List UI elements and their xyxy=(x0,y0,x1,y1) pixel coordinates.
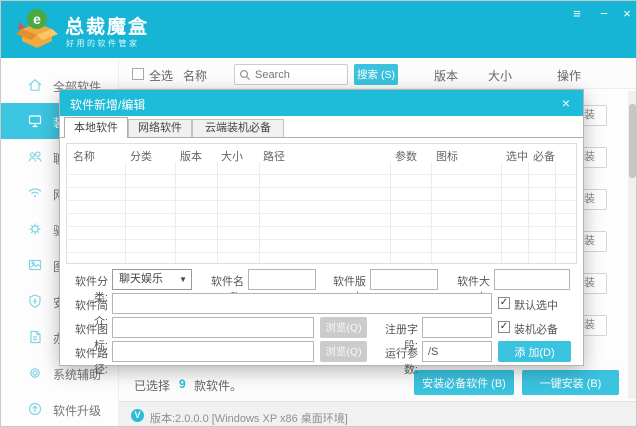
app-logo-icon: e xyxy=(13,7,61,53)
table-empty-rows xyxy=(67,162,576,263)
column-header-name: 名称 xyxy=(183,67,207,84)
chevron-down-icon: ▼ xyxy=(179,270,187,289)
app-header: e 总裁魔盒 好用的软件管家 ≡ − × xyxy=(1,1,637,58)
table-divider xyxy=(501,162,502,263)
path-label: 软件路径: xyxy=(62,345,108,377)
version-badge-icon: V xyxy=(131,409,144,422)
sidebar-item-software-upgrade[interactable]: 软件升级 xyxy=(1,391,119,427)
document-icon xyxy=(27,329,43,345)
home-icon xyxy=(27,77,43,93)
table-divider xyxy=(390,162,391,263)
essential-checkbox[interactable]: ✓ xyxy=(498,321,510,333)
app-tagline: 好用的软件管家 xyxy=(66,38,140,49)
main-toolbar: 全选 名称 搜索 (S) 版本 大小 操作 xyxy=(119,58,637,89)
table-divider xyxy=(175,162,176,263)
minimize-icon[interactable]: − xyxy=(596,6,612,22)
select-all-checkbox[interactable] xyxy=(132,68,144,80)
scrollbar-thumb[interactable] xyxy=(629,104,636,178)
column-header-action: 操作 xyxy=(557,67,581,84)
status-bar: V 版本:2.0.0.0 [Windows XP x86 桌面环境] xyxy=(119,401,637,427)
browse-icon-button[interactable]: 浏览(Q) xyxy=(320,317,367,338)
version-text: 版本:2.0.0.0 [Windows XP x86 桌面环境] xyxy=(150,410,348,426)
browse-path-button[interactable]: 浏览(Q) xyxy=(320,341,367,362)
gear-icon xyxy=(27,221,43,237)
dialog-titlebar: 软件新增/编辑 × xyxy=(60,90,583,116)
table-divider xyxy=(528,162,529,263)
selected-count-prefix: 已选择 xyxy=(134,377,170,394)
table-divider xyxy=(259,162,260,263)
column-header-size: 大小 xyxy=(488,67,512,84)
run-params-field[interactable] xyxy=(422,341,492,362)
register-field[interactable] xyxy=(422,317,492,338)
shield-icon xyxy=(27,293,43,309)
software-table: 名称 分类 版本 大小 路径 参数 图标 选中 必备 xyxy=(66,143,577,264)
cog-icon xyxy=(27,365,43,381)
search-button[interactable]: 搜索 (S) xyxy=(354,64,398,85)
table-divider xyxy=(431,162,432,263)
monitor-icon xyxy=(27,113,43,129)
scrollbar-track xyxy=(628,91,637,399)
dialog-close-icon[interactable]: × xyxy=(557,94,575,112)
logo-letter: e xyxy=(33,11,41,27)
table-divider xyxy=(555,162,556,263)
one-click-install-button[interactable]: 一键安装 (B) xyxy=(522,370,619,395)
add-button[interactable]: 添 加(D) xyxy=(498,341,571,362)
selected-count-suffix: 款软件。 xyxy=(194,377,242,394)
users-icon xyxy=(27,149,43,165)
selected-count-value: 9 xyxy=(179,377,186,391)
size-field[interactable] xyxy=(494,269,570,290)
app-window: e 总裁魔盒 好用的软件管家 ≡ − × 全部软件 装机软件 聊天软件 xyxy=(0,0,637,427)
category-select[interactable]: 聊天娱乐 ▼ xyxy=(112,269,192,290)
install-essential-button[interactable]: 安装必备软件 (B) xyxy=(414,370,514,395)
app-title: 总裁魔盒 xyxy=(65,12,149,39)
tab-cloud-essential[interactable]: 云端装机必备 xyxy=(192,119,284,138)
image-icon xyxy=(27,257,43,273)
search-icon xyxy=(239,69,251,81)
icon-field[interactable] xyxy=(112,317,314,338)
tab-strip-divider xyxy=(60,137,583,138)
search-input[interactable] xyxy=(255,66,345,83)
table-divider xyxy=(217,162,218,263)
essential-label: 装机必备 xyxy=(514,321,558,337)
dialog-title: 软件新增/编辑 xyxy=(70,96,145,113)
wifi-icon xyxy=(27,185,43,201)
default-selected-label: 默认选中 xyxy=(514,297,558,313)
tab-network-software[interactable]: 网络软件 xyxy=(128,119,192,138)
intro-field[interactable] xyxy=(112,293,492,314)
version-field[interactable] xyxy=(370,269,438,290)
category-select-value: 聊天娱乐 xyxy=(119,273,163,285)
search-box xyxy=(234,64,348,85)
tab-local-software[interactable]: 本地软件 xyxy=(64,117,128,138)
menu-icon[interactable]: ≡ xyxy=(569,6,585,22)
close-icon[interactable]: × xyxy=(619,6,635,22)
path-field[interactable] xyxy=(112,341,314,362)
table-divider xyxy=(125,162,126,263)
add-edit-software-dialog: 软件新增/编辑 × 本地软件 网络软件 云端装机必备 名称 分类 版本 大小 路… xyxy=(59,89,584,366)
sidebar-item-label: 软件升级 xyxy=(53,402,101,419)
run-params-label: 运行参数: xyxy=(372,345,418,377)
default-selected-checkbox[interactable]: ✓ xyxy=(498,297,510,309)
column-header-version: 版本 xyxy=(434,67,458,84)
upgrade-icon xyxy=(27,401,43,417)
select-all-label: 全选 xyxy=(149,67,173,84)
name-field[interactable] xyxy=(248,269,316,290)
